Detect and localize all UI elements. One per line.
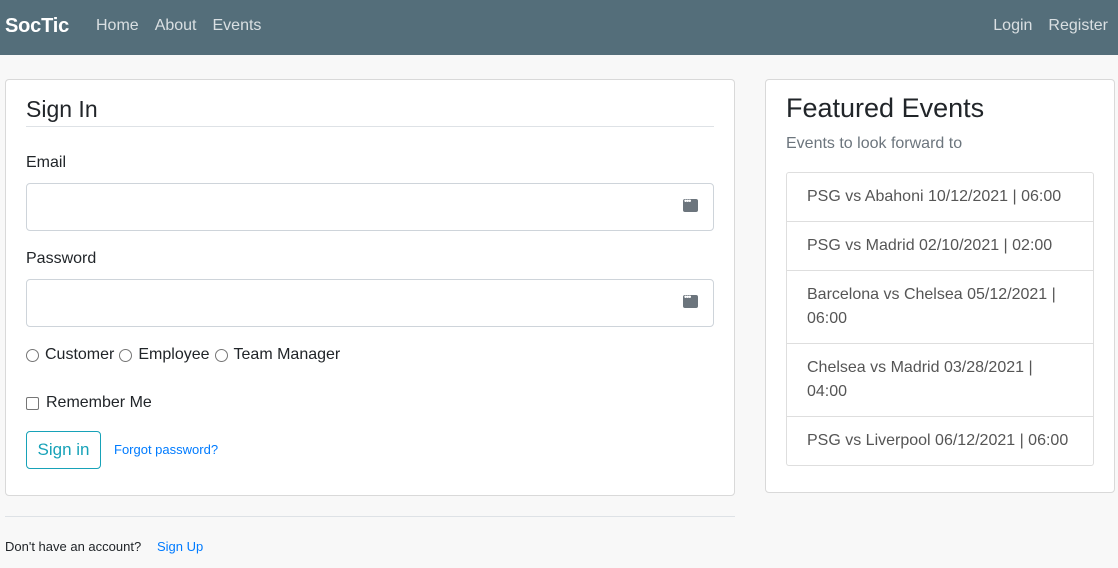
role-radio-group: Customer Employee Team Manager [26, 346, 345, 364]
radio-employee-label: Employee [138, 346, 210, 363]
email-label: Email [26, 154, 67, 171]
event-item[interactable]: PSG vs Abahoni 10/12/2021 | 06:00 [787, 173, 1093, 222]
password-label: Password [26, 250, 97, 267]
radio-customer-label: Customer [45, 346, 115, 363]
nav-home-link[interactable]: Home [96, 17, 139, 35]
remember-me-option[interactable]: Remember Me [26, 394, 152, 412]
signin-card: Sign In Email Password Customer Employee… [5, 79, 735, 496]
nav-events-link[interactable]: Events [213, 17, 262, 35]
nav-register-link[interactable]: Register [1048, 17, 1108, 35]
signup-prompt: Don't have an account? [5, 539, 142, 554]
radio-customer[interactable] [26, 348, 39, 362]
radio-employee[interactable] [119, 348, 133, 362]
password-field[interactable] [26, 279, 714, 327]
featured-events-card: Featured Events Events to look forward t… [765, 79, 1115, 493]
autofill-key-icon[interactable] [683, 196, 698, 212]
email-field[interactable] [26, 183, 714, 231]
footer-divider [5, 516, 735, 517]
event-item[interactable]: PSG vs Liverpool 06/12/2021 | 06:00 [787, 417, 1093, 465]
nav-login-link[interactable]: Login [993, 17, 1032, 35]
navbar: SocTic Home About Events Login Register [0, 0, 1118, 55]
featured-title: Featured Events [786, 93, 985, 123]
sign-in-button[interactable]: Sign in [26, 431, 101, 469]
radio-team-manager-label: Team Manager [233, 346, 341, 363]
featured-subtitle: Events to look forward to [786, 135, 963, 152]
brand-logo[interactable]: SocTic [5, 15, 69, 38]
event-item[interactable]: PSG vs Madrid 02/10/2021 | 02:00 [787, 222, 1093, 271]
autofill-key-icon[interactable] [683, 292, 698, 308]
role-employee-option[interactable]: Employee [119, 346, 210, 364]
radio-team-manager[interactable] [214, 348, 228, 362]
remember-me-label: Remember Me [46, 394, 152, 411]
nav-left: Home About Events [96, 17, 261, 35]
nav-right: Login Register [993, 17, 1108, 35]
role-team-manager-option[interactable]: Team Manager [214, 346, 341, 364]
remember-me-checkbox[interactable] [26, 396, 39, 410]
sign-up-link[interactable]: Sign Up [157, 539, 203, 554]
signin-title: Sign In [26, 96, 714, 127]
nav-about-link[interactable]: About [155, 17, 197, 35]
event-list: PSG vs Abahoni 10/12/2021 | 06:00 PSG vs… [786, 172, 1094, 466]
role-customer-option[interactable]: Customer [26, 346, 114, 364]
event-item[interactable]: Barcelona vs Chelsea 05/12/2021 | 06:00 [787, 271, 1093, 344]
event-item[interactable]: Chelsea vs Madrid 03/28/2021 | 04:00 [787, 344, 1093, 417]
forgot-password-link[interactable]: Forgot password? [114, 442, 218, 457]
